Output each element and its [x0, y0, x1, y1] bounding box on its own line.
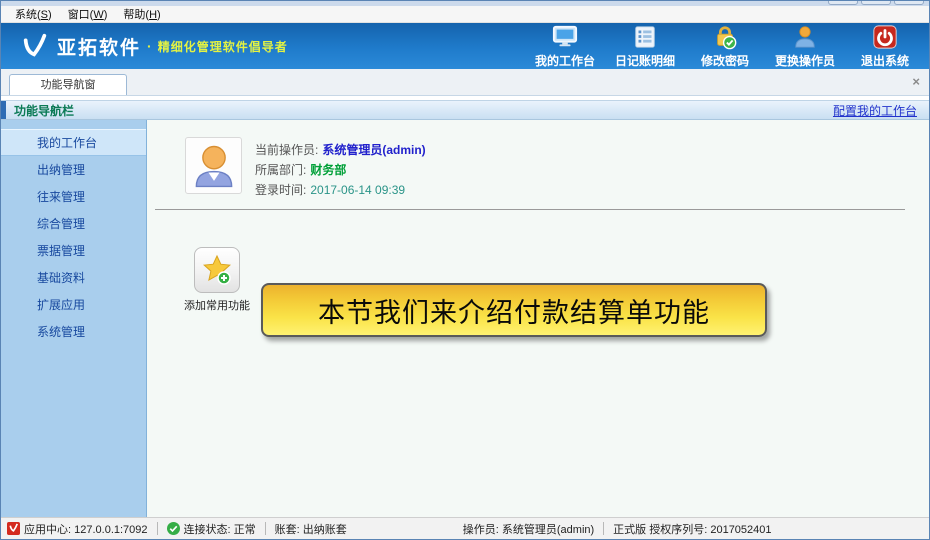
toolbar-item-label: 修改密码: [701, 52, 749, 69]
sidebar-item-bill-management[interactable]: 票据管理: [1, 237, 146, 264]
status-app-center: 应用中心: 127.0.0.1:7092: [7, 521, 148, 537]
sidebar-item-current-accounts[interactable]: 往来管理: [1, 183, 146, 210]
app-header: 亚拓软件 · 精细化管理软件倡导者 我的工作台 日记账明细 修改: [1, 23, 929, 69]
sidebar-nav: 我的工作台 出纳管理 往来管理 综合管理 票据管理 基础资料 扩展应用 系统管理: [1, 120, 147, 517]
user-info-lines: 当前操作员: 系统管理员(admin) 所属部门: 财务部 登录时间: 2017-06…: [255, 137, 426, 200]
menu-system[interactable]: 系统(S): [7, 6, 60, 22]
brand: 亚拓软件 · 精细化管理软件倡导者: [21, 32, 288, 60]
power-icon: [872, 23, 898, 50]
user-icon: [792, 23, 818, 50]
current-user-info: 当前操作员: 系统管理员(admin) 所属部门: 财务部 登录时间: 2017-06…: [185, 137, 426, 200]
brand-slogan: 精细化管理软件倡导者: [158, 38, 288, 55]
status-operator: 操作员: 系统管理员(admin): [463, 521, 594, 537]
status-license: 正式版 授权序列号: 2017052401: [613, 521, 771, 537]
operator-value: 系统管理员(admin): [322, 143, 425, 157]
maximize-button[interactable]: [861, 1, 891, 5]
sidebar-item-extended-apps[interactable]: 扩展应用: [1, 291, 146, 318]
toolbar-item-label: 退出系统: [861, 52, 909, 69]
panel-title: 功能导航栏: [14, 102, 74, 119]
close-button[interactable]: [894, 1, 924, 5]
status-bar: 应用中心: 127.0.0.1:7092 连接状态: 正常 账套: 出纳账套 操…: [1, 517, 929, 539]
operator-label: 当前操作员:: [255, 143, 318, 157]
login-time-value: 2017-06-14 09:39: [310, 183, 405, 197]
add-favorite-label: 添加常用功能: [181, 297, 253, 313]
titlebar: [1, 1, 929, 6]
status-separator: [603, 522, 604, 535]
brand-logo-icon: [21, 32, 49, 60]
tab-function-nav[interactable]: 功能导航窗: [9, 74, 127, 95]
add-favorite-button[interactable]: 添加常用功能: [181, 247, 253, 313]
body: 我的工作台 出纳管理 往来管理 综合管理 票据管理 基础资料 扩展应用 系统管理…: [1, 120, 929, 517]
menu-help[interactable]: 帮助(H): [115, 6, 168, 22]
department-value: 财务部: [310, 163, 346, 177]
operator-line: 当前操作员: 系统管理员(admin): [255, 140, 426, 160]
configure-workspace-link[interactable]: 配置我的工作台: [833, 102, 917, 119]
workspace-main: 当前操作员: 系统管理员(admin) 所属部门: 财务部 登录时间: 2017-06…: [147, 120, 929, 517]
menubar: 系统(S) 窗口(W) 帮助(H): [1, 6, 929, 23]
avatar: [185, 137, 242, 194]
department-label: 所属部门:: [255, 163, 306, 177]
toolbar-item-switch-operator[interactable]: 更换操作员: [775, 23, 835, 69]
login-time-label: 登录时间:: [255, 183, 306, 197]
tutorial-banner: 本节我们来介绍付款结算单功能: [261, 283, 767, 337]
panel-header: 功能导航栏 配置我的工作台: [1, 100, 929, 120]
menu-window[interactable]: 窗口(W): [60, 6, 116, 22]
status-separator: [265, 522, 266, 535]
sidebar-item-cashier-management[interactable]: 出纳管理: [1, 156, 146, 183]
lock-check-icon: [712, 23, 738, 50]
app-window: 系统(S) 窗口(W) 帮助(H) 亚拓软件 · 精细化管理软件倡导者 我的工作…: [0, 0, 930, 540]
toolbar-item-label: 更换操作员: [775, 52, 835, 69]
brand-separator: ·: [147, 38, 152, 54]
toolbar-item-label: 日记账明细: [615, 52, 675, 69]
minimize-button[interactable]: [828, 1, 858, 5]
sidebar-item-system-management[interactable]: 系统管理: [1, 318, 146, 345]
sidebar-item-basic-data[interactable]: 基础资料: [1, 264, 146, 291]
app-center-icon: [7, 522, 20, 535]
status-connection: 连接状态: 正常: [167, 521, 256, 537]
journal-icon: [632, 23, 658, 50]
status-account-set: 账套: 出纳账套: [275, 521, 347, 537]
close-tab-icon[interactable]: ×: [912, 75, 920, 88]
toolbar-item-my-workspace[interactable]: 我的工作台: [535, 23, 595, 69]
connection-ok-icon: [167, 522, 180, 535]
login-time-line: 登录时间: 2017-06-14 09:39: [255, 180, 426, 200]
toolbar-item-change-password[interactable]: 修改密码: [695, 23, 755, 69]
brand-name: 亚拓软件: [57, 33, 141, 60]
toolbar-item-exit-system[interactable]: 退出系统: [855, 23, 915, 69]
sidebar-item-comprehensive-management[interactable]: 综合管理: [1, 210, 146, 237]
monitor-icon: [552, 23, 578, 50]
section-divider: [155, 209, 905, 210]
tab-strip: 功能导航窗 ×: [1, 69, 929, 96]
toolbar-item-journal-detail[interactable]: 日记账明细: [615, 23, 675, 69]
banner-text: 本节我们来介绍付款结算单功能: [318, 291, 710, 330]
toolbar-item-label: 我的工作台: [535, 52, 595, 69]
star-plus-icon: [194, 247, 240, 293]
status-separator: [157, 522, 158, 535]
sidebar-item-my-workspace[interactable]: 我的工作台: [1, 129, 146, 156]
header-toolbar: 我的工作台 日记账明细 修改密码 更换操作员: [535, 23, 915, 69]
panel-accent-bar: [1, 101, 6, 119]
department-line: 所属部门: 财务部: [255, 160, 426, 180]
